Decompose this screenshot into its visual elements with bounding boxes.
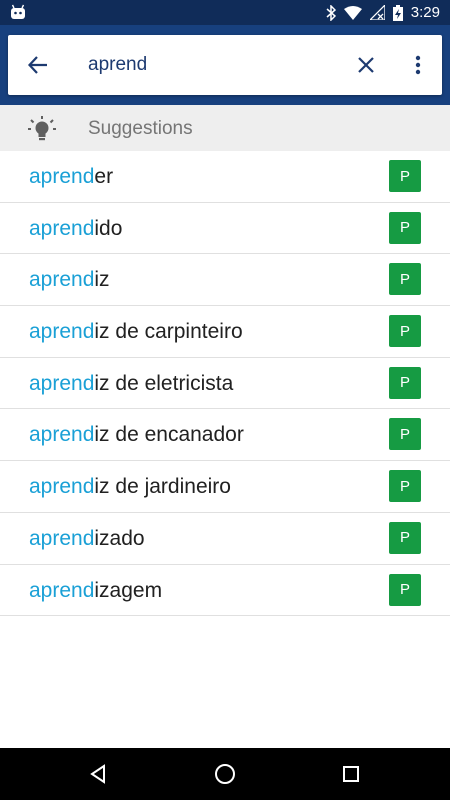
word-match: aprend <box>29 423 95 447</box>
part-of-speech-badge[interactable]: P <box>389 366 421 399</box>
nav-recents-button[interactable] <box>337 760 365 788</box>
back-button[interactable] <box>22 49 54 81</box>
navigation-bar <box>0 748 450 800</box>
word-match: aprend <box>29 165 95 188</box>
word-match: aprend <box>29 371 95 395</box>
status-bar: 3:29 <box>0 0 450 25</box>
part-of-speech-badge[interactable]: P <box>389 470 421 503</box>
suggestions-header: Suggestions <box>0 105 450 151</box>
word-match: aprend <box>29 320 95 344</box>
word-rest: izagem <box>94 578 163 602</box>
suggestions-title: Suggestions <box>88 118 193 139</box>
arrow-left-icon <box>27 56 47 74</box>
clear-search-button[interactable] <box>350 49 382 81</box>
word-rest: er <box>94 165 114 188</box>
overflow-menu-button[interactable] <box>402 49 434 81</box>
word-rest: iz de eletricista <box>94 371 234 395</box>
list-item[interactable]: aprendiz de jardineiro P <box>0 461 450 513</box>
suggestion-word: aprendizagem <box>29 579 162 603</box>
list-item[interactable]: aprendiz P <box>0 254 450 307</box>
app-bar: aprend <box>0 25 450 105</box>
word-match: aprend <box>29 578 95 602</box>
part-of-speech-badge[interactable]: P <box>389 418 421 451</box>
suggestion-word: aprendiz de carpinteiro <box>29 320 243 344</box>
suggestion-word: aprendido <box>29 217 122 241</box>
back-triangle-icon <box>90 764 105 784</box>
search-input[interactable]: aprend <box>88 53 147 77</box>
list-item[interactable]: aprendiz de eletricista P <box>0 358 450 410</box>
suggestion-word: aprender <box>29 165 113 189</box>
word-rest: iz de jardineiro <box>94 475 231 499</box>
suggestion-word: aprendizado <box>29 527 145 551</box>
word-rest: ido <box>94 216 123 240</box>
status-icons: 3:29 <box>326 0 440 25</box>
home-circle-icon <box>215 764 235 784</box>
word-match: aprend <box>29 216 95 240</box>
suggestion-word: aprendiz <box>29 268 110 292</box>
part-of-speech-badge[interactable]: P <box>389 211 421 244</box>
list-item[interactable]: aprender P <box>0 151 450 203</box>
suggestion-list: aprender P aprendido P aprendiz P aprend… <box>0 151 450 617</box>
suggestion-word: aprendiz de encanador <box>29 423 244 447</box>
status-time: 3:29 <box>410 4 440 21</box>
part-of-speech-badge[interactable]: P <box>389 160 421 192</box>
list-item[interactable]: aprendido P <box>0 203 450 255</box>
nav-back-button[interactable] <box>84 760 112 788</box>
word-rest: iz <box>94 268 110 292</box>
nav-home-button[interactable] <box>211 760 239 788</box>
part-of-speech-badge[interactable]: P <box>389 521 421 554</box>
android-robot-icon <box>11 4 25 19</box>
word-match: aprend <box>29 268 95 292</box>
list-item[interactable]: aprendizado P <box>0 513 450 565</box>
part-of-speech-badge[interactable]: P <box>389 263 421 296</box>
list-item[interactable]: aprendizagem P <box>0 565 450 617</box>
part-of-speech-badge[interactable]: P <box>389 315 421 348</box>
word-match: aprend <box>29 475 95 499</box>
word-match: aprend <box>29 526 95 550</box>
recents-square-icon <box>343 766 359 782</box>
suggestion-word: aprendiz de eletricista <box>29 372 233 396</box>
word-rest: iz de encanador <box>94 423 244 447</box>
more-vert-icon <box>415 55 421 75</box>
list-item[interactable]: aprendiz de encanador P <box>0 409 450 462</box>
wifi-icon <box>343 5 362 20</box>
word-rest: izado <box>94 526 145 550</box>
bluetooth-icon <box>326 4 336 21</box>
list-item[interactable]: aprendiz de carpinteiro P <box>0 306 450 358</box>
signal-off-icon <box>369 5 385 20</box>
suggestion-word: aprendiz de jardineiro <box>29 475 231 499</box>
search-box: aprend <box>8 35 442 95</box>
word-rest: iz de carpinteiro <box>94 320 243 344</box>
close-icon <box>358 57 374 73</box>
battery-charging-icon <box>392 4 403 21</box>
part-of-speech-badge[interactable]: P <box>389 573 421 606</box>
lightbulb-icon <box>28 116 56 141</box>
